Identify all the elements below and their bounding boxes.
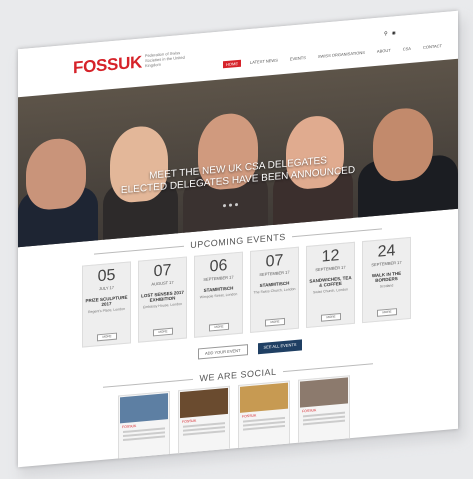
logo-subtitle: Federation of Swiss Societies in the Uni…	[145, 50, 185, 69]
nav-item-about[interactable]: ABOUT	[374, 46, 394, 55]
event-card[interactable]: 07 SEPTEMBER 17 STAMMTISCH The Swiss Chu…	[250, 246, 299, 333]
events-buttons: ADD YOUR EVENT SEE ALL EVENTS	[198, 339, 303, 360]
nav-item-swiss-organisations[interactable]: SWISS ORGANISATIONS	[315, 49, 368, 61]
slider-dot[interactable]	[229, 203, 232, 207]
event-card[interactable]: 07 AUGUST 17 LOST SENSES 2017 EXHIBITION…	[138, 256, 187, 343]
social-card-image	[120, 393, 168, 424]
event-more-button[interactable]: MORE	[377, 308, 397, 317]
social-card-image	[300, 377, 348, 408]
event-card[interactable]: 05 JULY 17 PRIZE SCULPTURE 2017 Regent's…	[82, 261, 131, 348]
slider-dot[interactable]	[235, 203, 238, 207]
site-logo[interactable]: FOSSUK	[73, 52, 142, 78]
header-social: ⚲ ◉	[384, 30, 396, 37]
event-more-button[interactable]: MORE	[153, 327, 173, 337]
event-more-button[interactable]: MORE	[321, 312, 341, 322]
nav-item-home[interactable]: HOME	[223, 59, 241, 69]
nav-item-events[interactable]: EVENTS	[287, 54, 309, 63]
event-more-button[interactable]: MORE	[265, 317, 285, 327]
slider-dot[interactable]	[223, 204, 226, 208]
social-card-image	[180, 387, 228, 419]
event-card[interactable]: 24 SEPTEMBER 17 WALK IN THE BORDERS Scot…	[362, 236, 411, 324]
event-more-button[interactable]: MORE	[209, 322, 229, 332]
social-card-image	[240, 382, 288, 413]
add-event-button[interactable]: ADD YOUR EVENT	[198, 344, 248, 360]
event-card[interactable]: 12 SEPTEMBER 17 SANDWICHES, TEA & COFFEE…	[306, 241, 355, 329]
nav-item-csa[interactable]: CSA	[400, 45, 414, 53]
search-icon[interactable]: ⚲	[384, 31, 388, 37]
website-screenshot: FOSSUK Federation of Swiss Societies in …	[18, 10, 458, 468]
event-card[interactable]: 06 SEPTEMBER 17 STAMMTISCH Wimpole Stree…	[194, 251, 243, 338]
nav-item-contact[interactable]: CONTACT	[420, 42, 445, 51]
event-more-button[interactable]: MORE	[97, 332, 117, 342]
nav-item-latest-news[interactable]: LATEST NEWS	[247, 56, 281, 66]
see-all-events-button[interactable]: SEE ALL EVENTS	[257, 339, 303, 355]
facebook-icon[interactable]: ◉	[392, 30, 396, 36]
